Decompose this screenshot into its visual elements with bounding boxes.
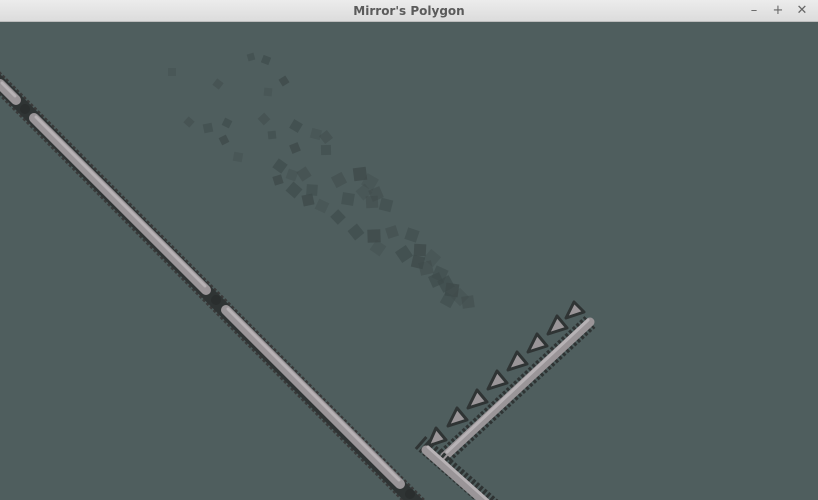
particle	[232, 151, 244, 163]
minimize-button[interactable]: –	[746, 0, 762, 22]
particle	[202, 122, 214, 134]
game-window: Mirror's Polygon – + ✕	[0, 0, 818, 500]
close-button[interactable]: ✕	[794, 0, 810, 22]
rail-joint	[405, 489, 415, 499]
scene-background	[0, 22, 818, 500]
maximize-button[interactable]: +	[770, 0, 786, 22]
particle	[320, 144, 332, 156]
rail-joint	[211, 295, 221, 305]
window-controls: – + ✕	[746, 0, 810, 22]
game-canvas[interactable]	[0, 22, 818, 500]
particle	[341, 192, 355, 206]
title-bar[interactable]: Mirror's Polygon – + ✕	[0, 0, 818, 22]
particle	[367, 229, 381, 243]
scene-svg	[0, 22, 818, 500]
window-title: Mirror's Polygon	[353, 4, 465, 18]
particle	[413, 243, 427, 257]
particle	[263, 87, 273, 97]
particle	[301, 193, 315, 207]
rail-joint	[20, 104, 30, 114]
particle	[267, 130, 277, 140]
particle	[365, 195, 379, 209]
particle	[461, 295, 475, 309]
particle	[168, 68, 176, 76]
